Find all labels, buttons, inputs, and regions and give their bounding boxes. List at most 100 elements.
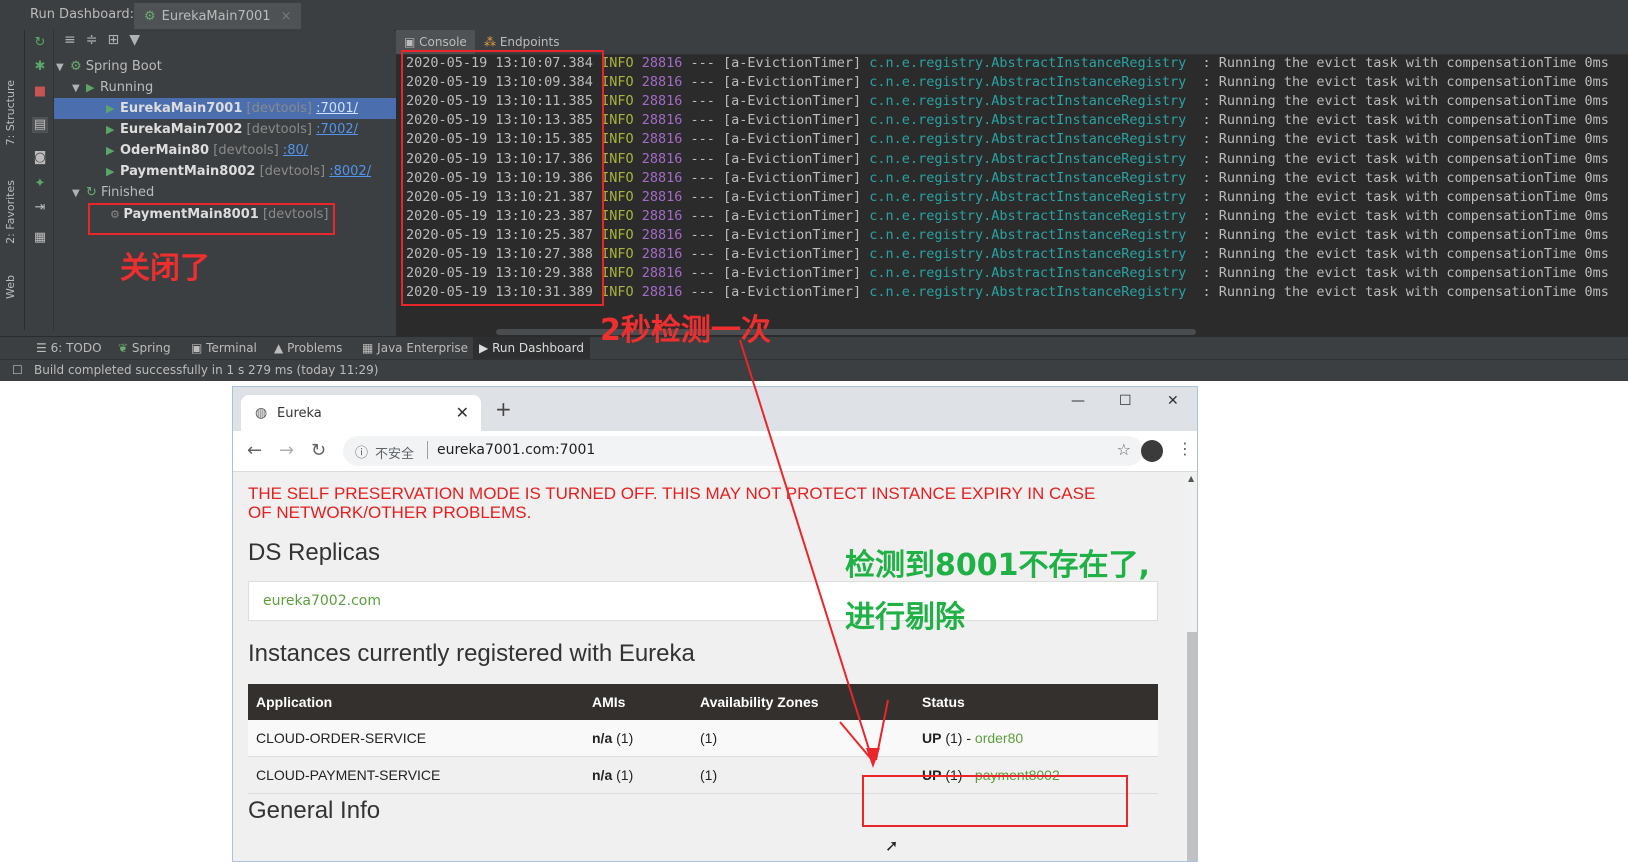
- grid-icon[interactable]: ▦: [32, 230, 48, 246]
- replica-link[interactable]: eureka7002.com: [263, 593, 381, 609]
- zones-cell: (1): [692, 720, 914, 757]
- tree-item-paymentmain8002[interactable]: ▶ PaymentMain8002 [devtools] :8002/: [54, 161, 446, 182]
- close-tab-icon[interactable]: ✕: [456, 403, 469, 422]
- tree-node-label: Running: [100, 80, 154, 95]
- camera-icon[interactable]: ◙: [32, 150, 48, 166]
- tab-terminal[interactable]: ▣ Terminal: [185, 337, 263, 359]
- tab-spring[interactable]: ❦ Spring: [112, 337, 177, 359]
- more-menu-icon[interactable]: ⋮: [1177, 439, 1193, 458]
- warning-icon: ▲: [274, 341, 284, 355]
- log-pid: 28816: [641, 207, 683, 224]
- run-icon: ▶: [106, 123, 115, 136]
- info-icon[interactable]: ⓘ: [355, 442, 368, 461]
- bottom-tool-tabs: ☰ 6: TODO ❦ Spring ▣ Terminal ▲ Problems…: [0, 336, 1628, 359]
- tab-todo[interactable]: ☰ 6: TODO: [30, 337, 108, 359]
- log-thread: --- [a-EvictionTimer]: [682, 265, 870, 282]
- run-icon[interactable]: ✱: [32, 59, 48, 75]
- status-value: UP: [922, 730, 942, 746]
- tree-node-finished[interactable]: ▼ ↻ Finished: [54, 182, 412, 203]
- tree-item-odermain80[interactable]: ▶ OderMain80 [devtools] :80/: [54, 140, 446, 161]
- scrollbar-thumb[interactable]: [1187, 632, 1197, 861]
- reload-button[interactable]: ↻: [311, 440, 326, 461]
- forward-button[interactable]: →: [279, 440, 294, 461]
- port-link[interactable]: :7001/: [316, 101, 358, 116]
- application-cell: CLOUD-ORDER-SERVICE: [248, 720, 584, 757]
- log-pid: 28816: [641, 112, 683, 129]
- scroll-up-icon[interactable]: ▲: [1188, 474, 1194, 483]
- tab-run-dashboard[interactable]: ▶ Run Dashboard: [473, 337, 590, 359]
- structure-tool-label[interactable]: 7: Structure: [4, 80, 17, 145]
- console-icon: ▣: [404, 35, 420, 49]
- close-icon[interactable]: ×: [281, 9, 292, 24]
- instance-link[interactable]: order80: [975, 730, 1023, 746]
- log-thread: --- [a-EvictionTimer]: [682, 226, 870, 243]
- log-logger: c.n.e.registry.AbstractInstanceRegistry: [869, 131, 1187, 148]
- log-logger: c.n.e.registry.AbstractInstanceRegistry: [869, 169, 1187, 186]
- stop-icon[interactable]: ■: [32, 84, 48, 100]
- rerun-icon[interactable]: ↻: [32, 35, 48, 51]
- status-icon[interactable]: ☐: [12, 363, 23, 377]
- log-message: : Running the evict task with compensati…: [1186, 131, 1609, 148]
- tree-node-running[interactable]: ▼ ▶ Running: [54, 77, 412, 98]
- chevron-down-icon[interactable]: ▼: [72, 78, 86, 99]
- tree-item-eurekamain7002[interactable]: ▶ EurekaMain7002 [devtools] :7002/: [54, 119, 446, 140]
- layout-icon[interactable]: ▤: [32, 117, 48, 133]
- highlight-finished-instance: [88, 203, 335, 235]
- new-tab-button[interactable]: +: [495, 397, 512, 421]
- ide-titlebar: Run Dashboard: ⚙ EurekaMain7001 ×: [0, 0, 1628, 31]
- debug-icon[interactable]: ✦: [32, 176, 48, 192]
- collapse-all-icon[interactable]: ≑: [86, 32, 98, 58]
- app-name: OderMain80: [120, 143, 210, 158]
- favorites-tool-label[interactable]: 2: Favorites: [4, 180, 17, 244]
- chevron-down-icon[interactable]: ▼: [56, 57, 70, 78]
- chevron-down-icon[interactable]: ▼: [72, 183, 86, 204]
- port-link[interactable]: :80/: [283, 143, 308, 158]
- annotation-interval: 2秒检测一次: [600, 313, 771, 348]
- console-scrollbar[interactable]: [396, 328, 1628, 336]
- tab-title: Eureka: [277, 406, 322, 421]
- log-message: : Running the evict task with compensati…: [1186, 55, 1609, 71]
- run-dashboard-icon: ▶: [479, 341, 489, 355]
- minimize-button[interactable]: —: [1071, 393, 1085, 409]
- address-bar[interactable]: ⓘ 不安全 eureka7001.com:7001 ☆: [343, 436, 1143, 466]
- log-pid: 28816: [641, 169, 683, 186]
- expand-all-icon[interactable]: ≡: [64, 32, 76, 58]
- log-pid: 28816: [641, 284, 683, 301]
- back-button[interactable]: ←: [247, 440, 262, 461]
- log-logger: c.n.e.registry.AbstractInstanceRegistry: [869, 55, 1187, 71]
- url-text[interactable]: eureka7001.com:7001: [437, 442, 595, 458]
- web-tool-label[interactable]: Web: [4, 275, 17, 299]
- tab-label: Run Dashboard: [492, 341, 584, 355]
- port-link[interactable]: :7002/: [316, 122, 358, 137]
- log-message: : Running the evict task with compensati…: [1186, 226, 1609, 243]
- page-scrollbar[interactable]: ▲: [1185, 472, 1197, 861]
- not-secure-label[interactable]: 不安全: [375, 443, 414, 462]
- globe-icon: ◍: [255, 405, 268, 421]
- exit-icon[interactable]: ⇥: [32, 200, 48, 216]
- ide-window: Run Dashboard: ⚙ EurekaMain7001 × 7: Str…: [0, 0, 1628, 381]
- log-pid: 28816: [641, 55, 683, 71]
- port-link[interactable]: :8002/: [329, 164, 371, 179]
- tree-item-eurekamain7001[interactable]: ▶ EurekaMain7001 [devtools] :7001/: [54, 98, 446, 119]
- run-icon: ▶: [86, 81, 95, 94]
- self-preservation-warning: THE SELF PRESERVATION MODE IS TURNED OFF…: [248, 484, 1096, 522]
- tab-java-enterprise[interactable]: ▦ Java Enterprise: [356, 337, 474, 359]
- application-cell: CLOUD-PAYMENT-SERVICE: [248, 756, 584, 794]
- replica-list: eureka7002.com: [248, 581, 1158, 621]
- tree-node-spring-boot[interactable]: ▼ ⚙ Spring Boot: [54, 56, 396, 77]
- group-icon[interactable]: ⊞: [107, 32, 119, 58]
- tab-problems[interactable]: ▲ Problems: [268, 337, 348, 359]
- close-window-button[interactable]: ✕: [1167, 393, 1179, 409]
- filter-icon[interactable]: ▼: [129, 32, 140, 58]
- log-message: : Running the evict task with compensati…: [1186, 246, 1609, 262]
- browser-tab-eureka[interactable]: ◍ Eureka ✕: [241, 395, 481, 431]
- col-availability-zones: Availability Zones: [692, 684, 914, 720]
- log-logger: c.n.e.registry.AbstractInstanceRegistry: [869, 188, 1187, 205]
- avatar[interactable]: [1141, 440, 1163, 462]
- eureka-main-tab[interactable]: ⚙ EurekaMain7001 ×: [134, 3, 302, 29]
- star-icon[interactable]: ☆: [1117, 440, 1131, 459]
- general-info-heading: General Info: [248, 797, 381, 824]
- log-logger: c.n.e.registry.AbstractInstanceRegistry: [869, 112, 1187, 129]
- maximize-button[interactable]: ☐: [1119, 393, 1132, 409]
- tab-label: EurekaMain7001: [161, 8, 271, 24]
